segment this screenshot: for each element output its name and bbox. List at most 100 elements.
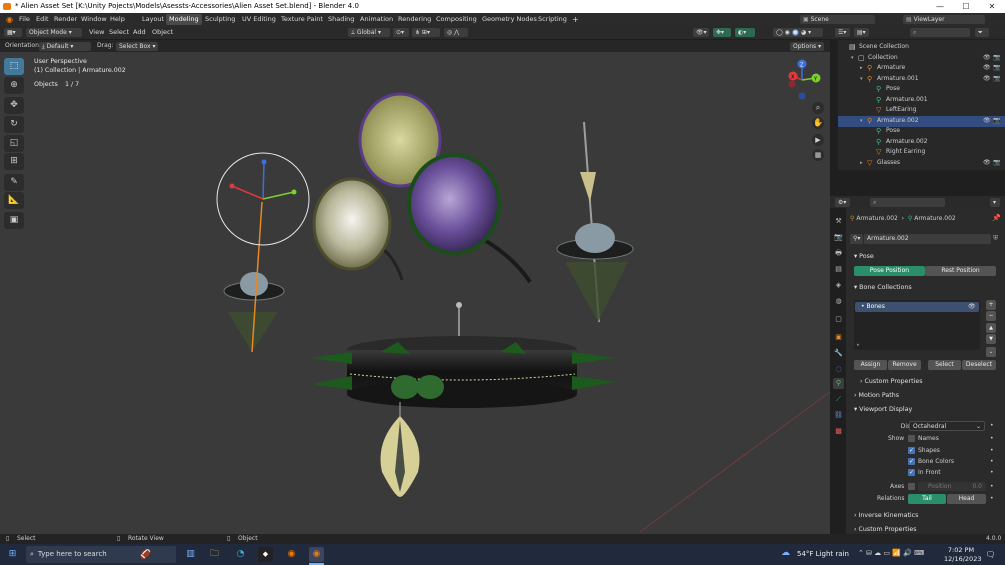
gizmo-toggle-icon[interactable]: ✥▾ (713, 28, 731, 37)
task-view-icon[interactable]: ▥ (183, 547, 198, 562)
view-layer-selector[interactable]: ▤ ViewLayer (903, 15, 985, 24)
blender-active-taskbar-icon[interactable]: ◉ (309, 547, 324, 562)
workspace-tab-compositing[interactable]: Compositing (433, 14, 480, 25)
object-types-visibility-icon[interactable]: 👁▾ (693, 28, 709, 37)
outliner-search-input[interactable]: ⌕ (910, 28, 970, 37)
properties-options-icon[interactable]: ▾ (990, 197, 1000, 207)
close-button[interactable]: ✕ (979, 0, 1005, 13)
modifiers-tab-icon[interactable]: 🔧 (833, 348, 844, 359)
output-tab-icon[interactable]: 🖶 (833, 248, 844, 259)
menu-window[interactable]: Window (78, 13, 110, 26)
clock-time[interactable]: 7:02 PM (946, 546, 976, 554)
workspace-tab-texture-paint[interactable]: Texture Paint (278, 14, 326, 25)
world-tab-icon[interactable]: ◍ (833, 296, 844, 307)
outliner-row[interactable]: ▽ LeftEaring (838, 105, 1005, 116)
render-visibility-icon[interactable]: 📷 (993, 53, 1000, 64)
add-bone-collection-button[interactable]: + (986, 300, 996, 310)
visibility-eye-icon[interactable]: 👁 (983, 63, 991, 74)
workspace-tab-modeling[interactable]: Modeling (166, 14, 202, 25)
display-as-keyframe-dot[interactable]: • (990, 422, 994, 429)
add-workspace-button[interactable]: + (569, 14, 582, 25)
workspace-tab-geometry-nodes[interactable]: Geometry Nodes (479, 14, 540, 25)
zoom-icon[interactable]: ⌕ (812, 102, 824, 114)
expand-toggle-icon[interactable]: ▸ (860, 158, 863, 169)
file-explorer-icon[interactable]: 🗀 (207, 547, 222, 562)
camera-view-icon[interactable]: ▶ (812, 134, 824, 146)
select-box-tool-icon[interactable]: ⬚ (4, 58, 24, 75)
axes-keyframe-dot[interactable]: • (990, 483, 994, 490)
blender-menu-icon[interactable]: ◉ (3, 13, 16, 26)
expand-toggle-icon[interactable]: ▸ (860, 63, 863, 74)
remove-button[interactable]: Remove (888, 360, 921, 370)
render-visibility-icon[interactable]: 📷 (993, 63, 1000, 74)
outliner-display-mode-icon[interactable]: ▤▾ (854, 28, 869, 37)
in-front-keyframe-dot[interactable]: • (990, 469, 994, 476)
viewport-menu-object[interactable]: Object (149, 26, 176, 39)
viewport-menu-add[interactable]: Add (130, 26, 149, 39)
annotate-tool-icon[interactable]: ✎ (4, 174, 24, 191)
collar-object[interactable] (310, 302, 616, 497)
outliner-row[interactable]: ⚲ Pose (838, 84, 1005, 95)
outliner-row[interactable]: ▽ Right Earring (838, 147, 1005, 158)
outliner-row[interactable]: ▤ Scene Collection (838, 42, 1005, 53)
move-up-button[interactable]: ▲ (986, 323, 996, 333)
bone-colors-keyframe-dot[interactable]: • (990, 458, 994, 465)
add-cube-tool-icon[interactable]: ▣ (4, 212, 24, 229)
transform-orientation-selector[interactable]: ⟂ Global ▾ (348, 28, 390, 37)
pan-hand-icon[interactable]: ✋ (812, 117, 824, 129)
datablock-type-icon[interactable]: ⚲▾ (850, 234, 863, 244)
list-expand-icon[interactable]: ▸ (857, 342, 860, 348)
unity-hub-icon[interactable]: ◆ (258, 547, 273, 562)
physics-tab-icon[interactable]: ◌ (833, 364, 844, 375)
bone-tab-icon[interactable]: ⟋ (833, 394, 844, 405)
scene-tab-icon[interactable]: ◈ (833, 280, 844, 291)
shapes-checkbox[interactable]: ✓ (908, 447, 915, 454)
rotate-tool-icon[interactable]: ↻ (4, 116, 24, 133)
scene-selector[interactable]: ▣ Scene (800, 15, 875, 24)
render-visibility-icon[interactable]: 📷 (993, 158, 1000, 169)
glasses-object[interactable] (312, 92, 532, 284)
maximize-button[interactable]: ☐ (953, 0, 979, 13)
visibility-eye-icon[interactable]: 👁 (983, 53, 991, 64)
visibility-eye-icon[interactable]: 👁 (983, 116, 991, 127)
outliner-row[interactable]: ⚲ Armature.002 (838, 137, 1005, 148)
workspace-tab-rendering[interactable]: Rendering (395, 14, 434, 25)
visibility-eye-icon[interactable]: 👁 (983, 74, 991, 85)
3d-viewport[interactable]: User Perspective (1) Collection | Armatu… (0, 52, 830, 534)
workspace-tab-layout[interactable]: Layout (139, 14, 167, 25)
rest-position-button[interactable]: Rest Position (925, 266, 996, 276)
outliner-row[interactable]: ▾ ⚲ Armature.002 👁 📷 (838, 116, 1005, 127)
perspective-toggle-icon[interactable]: ▦ (812, 149, 824, 161)
outliner-filter-icon[interactable]: ⏷ (975, 28, 989, 37)
left-earring-object[interactable] (223, 201, 285, 353)
minimize-button[interactable]: — (927, 0, 953, 13)
workspace-tab-animation[interactable]: Animation (357, 14, 396, 25)
pose-section-header[interactable]: ▾ Pose (854, 253, 874, 260)
pin-icon[interactable]: 📌 (992, 214, 1001, 222)
view-layer-tab-icon[interactable]: ▤ (833, 264, 844, 275)
weather-text[interactable]: 54°F Light rain (797, 550, 849, 558)
outliner-row[interactable]: ▾ ▢ Collection 👁 📷 (838, 53, 1005, 64)
custom-properties-subsection[interactable]: › Custom Properties (860, 378, 922, 385)
expand-toggle-icon[interactable]: ▾ (860, 116, 863, 127)
mode-selector[interactable]: Object Mode ▾ (26, 28, 82, 37)
blender-taskbar-icon[interactable]: ◉ (284, 547, 299, 562)
transform-tool-icon[interactable]: ⊞ (4, 153, 24, 170)
render-tab-icon[interactable]: 📷 (833, 232, 844, 243)
visibility-eye-icon[interactable]: 👁 (983, 158, 991, 169)
editor-type-icon[interactable]: ▦▾ (4, 28, 22, 37)
menu-file[interactable]: File (16, 13, 33, 26)
workspace-tab-shading[interactable]: Shading (325, 14, 357, 25)
outliner-row[interactable]: ▸ ▽ Glasses 👁 📷 (838, 158, 1005, 169)
system-tray-icons[interactable]: ⌃ ⛁ ☁ ▭ 📶 🔊 ⌨ (858, 549, 924, 557)
render-visibility-icon[interactable]: 📷 (993, 74, 1000, 85)
axes-checkbox[interactable] (908, 483, 915, 490)
select-button[interactable]: Select (928, 360, 961, 370)
relations-head-button[interactable]: Head (947, 494, 986, 504)
in-front-checkbox[interactable]: ✓ (908, 469, 915, 476)
render-visibility-icon[interactable]: 📷 (993, 116, 1000, 127)
viewport-menu-view[interactable]: View (86, 26, 107, 39)
relations-keyframe-dot[interactable]: • (990, 495, 994, 502)
outliner-row[interactable]: ▾ ⚲ Armature.001 👁 📷 (838, 74, 1005, 85)
bones-collection-item[interactable]: • Bones (855, 302, 979, 312)
